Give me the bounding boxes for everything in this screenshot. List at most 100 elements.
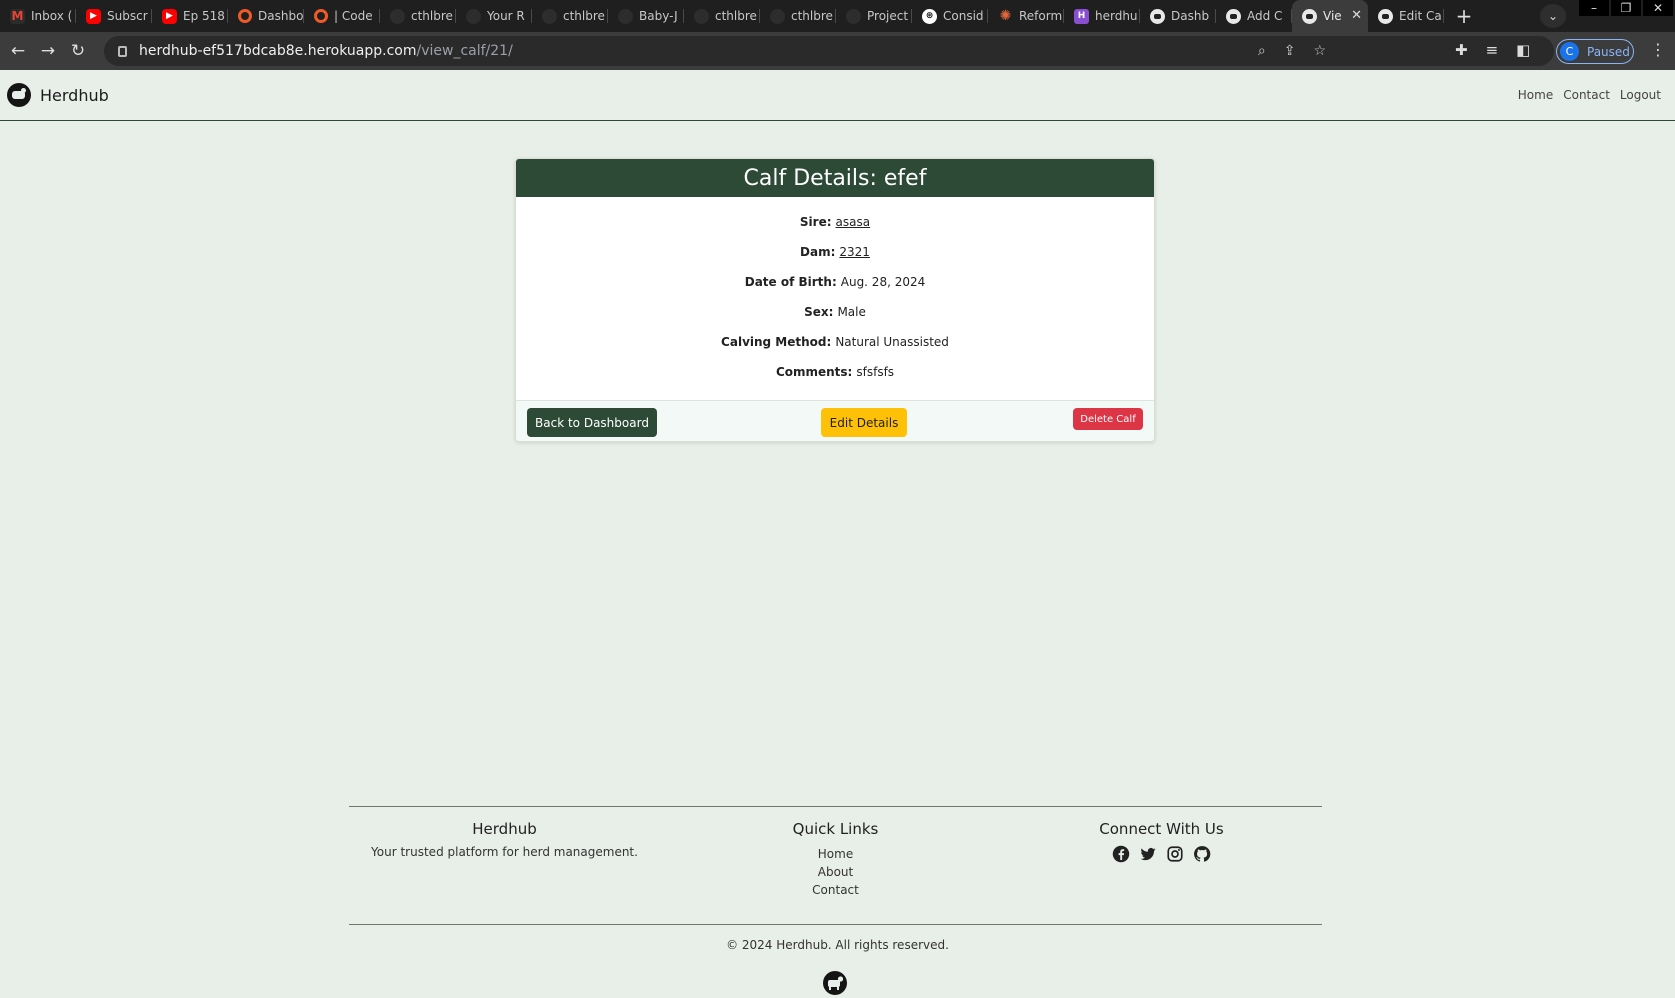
tab-label: Edit Ca bbox=[1399, 9, 1442, 23]
github-icon bbox=[390, 8, 405, 24]
tab[interactable]: Dashbo bbox=[228, 0, 304, 32]
nav-home-link[interactable]: Home bbox=[1518, 88, 1553, 102]
gmail-icon: M bbox=[10, 8, 25, 24]
footer-link-contact[interactable]: Contact bbox=[680, 881, 991, 899]
tab[interactable]: cthlbre bbox=[760, 0, 836, 32]
footer-link-home[interactable]: Home bbox=[680, 845, 991, 863]
browser-menu-icon[interactable]: ⋮ bbox=[1650, 40, 1666, 59]
extensions-puzzle-icon[interactable]: ✚ bbox=[1455, 41, 1468, 59]
tab-label: Baby-J bbox=[639, 9, 678, 23]
brand-link[interactable]: Herdhub bbox=[7, 83, 109, 107]
github-icon bbox=[846, 8, 861, 24]
twitter-icon[interactable] bbox=[1139, 845, 1157, 863]
delete-calf-button[interactable]: Delete Calf bbox=[1073, 408, 1143, 430]
tab[interactable]: Edit Ca bbox=[1368, 0, 1444, 32]
cow-logo-icon bbox=[823, 971, 847, 995]
side-panel-icon[interactable]: ◧ bbox=[1516, 41, 1530, 59]
detail-value: Aug. 28, 2024 bbox=[840, 275, 926, 289]
tab-label: cthlbre bbox=[791, 9, 833, 23]
reload-icon[interactable]: ↻ bbox=[63, 36, 93, 66]
tab-active[interactable]: Vie ✕ bbox=[1292, 0, 1368, 32]
close-tab-icon[interactable]: ✕ bbox=[1351, 8, 1362, 23]
lock-icon bbox=[118, 45, 127, 57]
tab[interactable]: M Inbox ( bbox=[0, 0, 76, 32]
detail-value-link[interactable]: 2321 bbox=[839, 245, 870, 259]
detail-row: Calving Method: Natural Unassisted bbox=[516, 327, 1154, 357]
card-title: Calf Details: efef bbox=[516, 159, 1154, 197]
youtube-icon: ▶ bbox=[86, 8, 101, 24]
tab[interactable]: Project bbox=[836, 0, 912, 32]
tab[interactable]: ▶ Ep 518 bbox=[152, 0, 228, 32]
tab[interactable]: cthlbre bbox=[684, 0, 760, 32]
zoom-icon[interactable]: ⌕ bbox=[1258, 43, 1266, 59]
calf-details-card: Calf Details: efef Sire: asasa Dam: 2321 Dat… bbox=[515, 158, 1155, 442]
detail-value: sfsfsfs bbox=[856, 365, 895, 379]
back-to-dashboard-button[interactable]: Back to Dashboard bbox=[527, 408, 657, 437]
tab-label: Dashb bbox=[1171, 9, 1210, 23]
tab-label: Reform bbox=[1019, 9, 1063, 23]
card-actions: Back to Dashboard Edit Details Delete Ca… bbox=[516, 400, 1154, 441]
detail-key: Date of Birth: bbox=[744, 275, 837, 289]
new-tab-button[interactable]: + bbox=[1450, 2, 1478, 30]
restore-button[interactable]: ❐ bbox=[1611, 0, 1641, 16]
github-icon[interactable] bbox=[1193, 845, 1211, 863]
detail-row: Date of Birth: Aug. 28, 2024 bbox=[516, 267, 1154, 297]
media-control-icon[interactable]: ≡ bbox=[1486, 41, 1499, 59]
tab[interactable]: ▶ Subscr bbox=[76, 0, 152, 32]
detail-row: Sire: asasa bbox=[516, 207, 1154, 237]
tab-label: cthlbre bbox=[715, 9, 757, 23]
footer-about-title: Herdhub bbox=[472, 820, 537, 838]
tab[interactable]: Dashb bbox=[1140, 0, 1216, 32]
detail-row: Sex: Male bbox=[516, 297, 1154, 327]
brand-name: Herdhub bbox=[40, 85, 109, 105]
footer-about-text: Your trusted platform for herd managemen… bbox=[371, 845, 638, 859]
tab[interactable]: ⊛ Consid bbox=[912, 0, 988, 32]
tab-label: cthlbre bbox=[411, 9, 453, 23]
minimize-button[interactable]: – bbox=[1579, 0, 1609, 16]
detail-value-link[interactable]: asasa bbox=[836, 215, 871, 229]
ring-icon bbox=[238, 9, 252, 23]
footer-links-title: Quick Links bbox=[792, 820, 879, 838]
forward-arrow-icon[interactable]: → bbox=[33, 36, 63, 66]
tab-label: Ep 518 bbox=[183, 9, 225, 23]
footer-social: Connect With Us bbox=[1006, 820, 1317, 863]
tab-search-button[interactable]: ⌄ bbox=[1540, 4, 1566, 28]
site-navbar: Herdhub Home Contact Logout bbox=[0, 70, 1675, 121]
back-arrow-icon[interactable]: ← bbox=[3, 36, 33, 66]
close-window-button[interactable]: ✕ bbox=[1643, 0, 1673, 16]
edit-details-button[interactable]: Edit Details bbox=[821, 408, 907, 437]
detail-value: Male bbox=[837, 305, 866, 319]
tab-label: Inbox ( bbox=[31, 9, 73, 23]
footer-divider-top bbox=[349, 806, 1322, 807]
copyright-text: © 2024 Herdhub. All rights reserved. bbox=[726, 938, 949, 952]
nav-logout-link[interactable]: Logout bbox=[1620, 88, 1661, 102]
detail-row: Dam: 2321 bbox=[516, 237, 1154, 267]
nav-links: Home Contact Logout bbox=[1518, 88, 1661, 102]
tab[interactable]: Your R bbox=[456, 0, 532, 32]
address-bar[interactable]: herdhub-ef517bdcab8e.herokuapp.com/view_… bbox=[104, 36, 1554, 66]
browser-tab-strip: M Inbox (▶ Subscr ▶ Ep 518 Dashbo | Code cthlbr… bbox=[0, 0, 1675, 32]
detail-value: Natural Unassisted bbox=[835, 335, 949, 349]
nav-contact-link[interactable]: Contact bbox=[1563, 88, 1610, 102]
tab[interactable]: ✺ Reform bbox=[988, 0, 1064, 32]
tab[interactable]: Add C bbox=[1216, 0, 1292, 32]
github-icon bbox=[618, 8, 633, 24]
instagram-icon[interactable] bbox=[1166, 845, 1184, 863]
tab[interactable]: Baby-J bbox=[608, 0, 684, 32]
url-host: herdhub-ef517bdcab8e.herokuapp.com bbox=[139, 43, 417, 59]
github-icon bbox=[770, 8, 785, 24]
heroku-icon: H bbox=[1074, 8, 1089, 24]
facebook-icon[interactable] bbox=[1112, 845, 1130, 863]
tab[interactable]: cthlbre bbox=[532, 0, 608, 32]
share-icon[interactable]: ⇪ bbox=[1284, 43, 1296, 59]
tab[interactable]: Hherdhu bbox=[1064, 0, 1140, 32]
bookmark-star-icon[interactable]: ☆ bbox=[1313, 43, 1326, 59]
tab[interactable]: cthlbre bbox=[380, 0, 456, 32]
profile-button[interactable]: C Paused bbox=[1556, 39, 1634, 64]
detail-row: Comments: sfsfsfs bbox=[516, 357, 1154, 387]
tab[interactable]: | Code bbox=[304, 0, 380, 32]
footer-link-about[interactable]: About bbox=[680, 863, 991, 881]
herdhub-icon bbox=[1150, 8, 1165, 24]
detail-key: Calving Method: bbox=[721, 335, 832, 349]
ring-icon bbox=[314, 9, 328, 23]
